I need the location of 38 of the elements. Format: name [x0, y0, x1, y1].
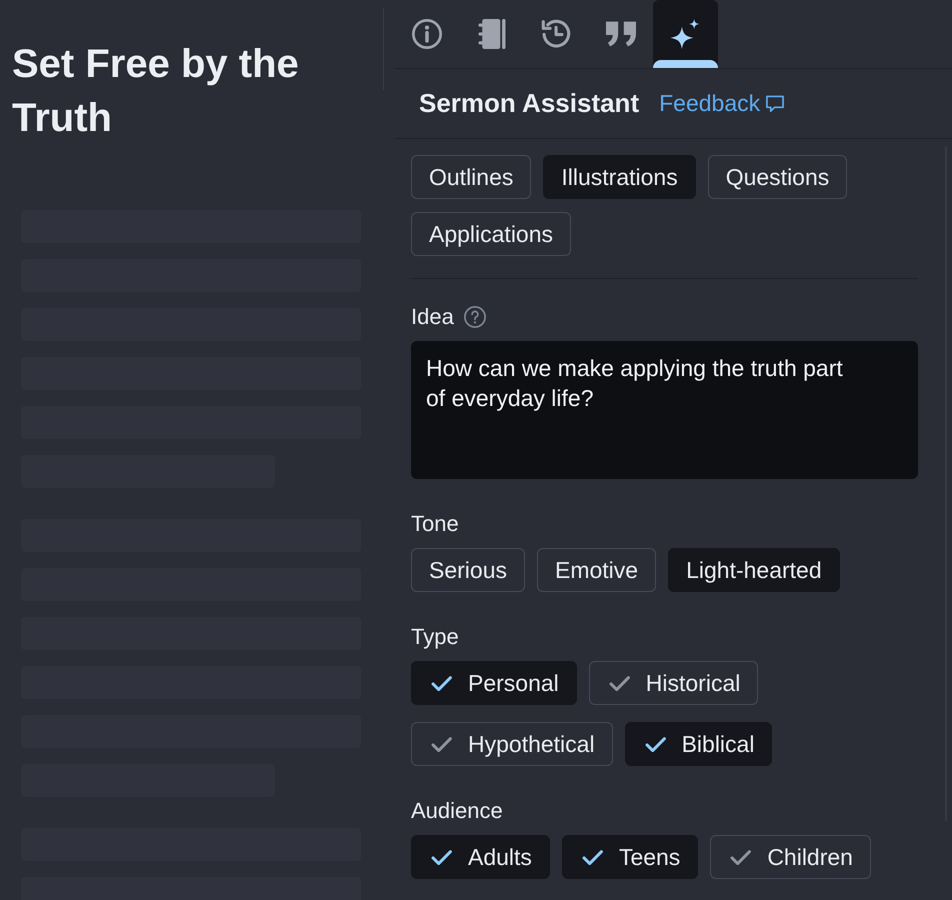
toggle-chip[interactable]: Biblical	[624, 722, 772, 766]
panel-title: Sermon Assistant	[419, 88, 640, 120]
field-label: Idea	[411, 305, 454, 329]
speech-bubble-icon	[766, 94, 784, 112]
feedback-link[interactable]: Feedback	[659, 86, 784, 121]
field-label: Audience	[411, 799, 503, 823]
field-label: Type	[411, 625, 459, 649]
idea-field[interactable]: How can we make applying the truth part of everyday life?	[411, 341, 918, 479]
option-chip[interactable]: Questions	[708, 155, 848, 199]
check-icon	[730, 850, 752, 864]
toggle-chip[interactable]: Personal	[411, 661, 577, 705]
check-icon	[644, 736, 666, 752]
check-icon	[431, 736, 452, 752]
info-icon	[412, 19, 442, 49]
panel-tab[interactable]	[653, 0, 718, 68]
option-chip[interactable]: Illustrations	[543, 155, 696, 199]
notebook-icon	[476, 19, 507, 49]
help-icon	[464, 306, 486, 328]
document-title: Set Free by the Truth	[12, 41, 300, 142]
quote-icon	[606, 19, 636, 49]
field-label: Tone	[411, 512, 459, 536]
check-icon	[431, 676, 452, 690]
toggle-chip[interactable]: Hypothetical	[411, 722, 613, 766]
toggle-chip[interactable]: Adults	[411, 835, 550, 879]
option-chip[interactable]: Applications	[411, 212, 572, 256]
option-chip[interactable]: Light-hearted	[668, 548, 840, 592]
history-icon	[541, 19, 572, 49]
toggle-chip[interactable]: Children	[710, 835, 871, 879]
check-icon	[608, 676, 630, 690]
check-icon	[431, 850, 452, 864]
active-tab-indicator	[653, 60, 718, 68]
toggle-chip[interactable]: Teens	[562, 835, 698, 879]
option-chip[interactable]: Outlines	[411, 155, 532, 199]
sparkle-icon	[670, 19, 700, 49]
option-chip[interactable]: Emotive	[536, 548, 656, 592]
option-chip[interactable]: Serious	[411, 548, 525, 592]
toggle-chip[interactable]: Historical	[588, 661, 758, 705]
check-icon	[582, 850, 603, 864]
